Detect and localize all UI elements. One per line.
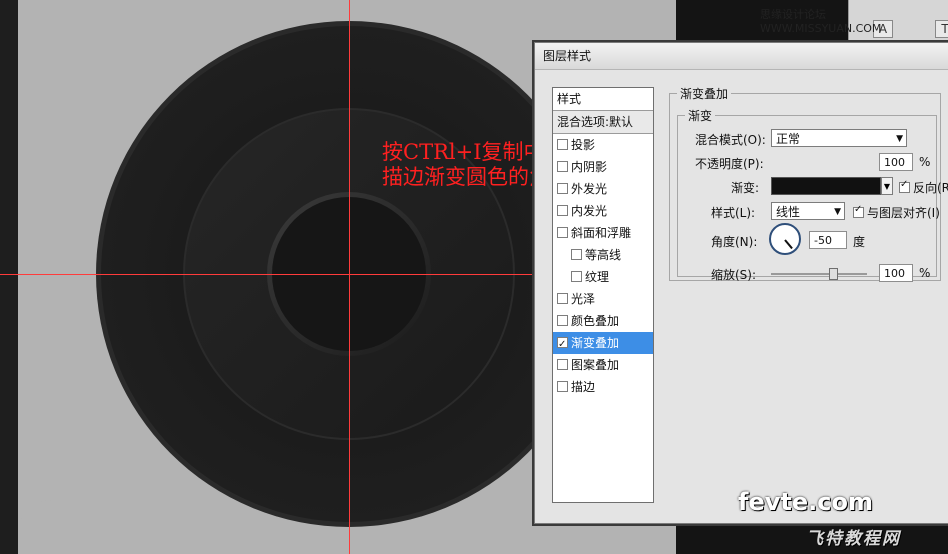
style-item-label: 渐变叠加 — [571, 336, 620, 350]
blend-mode-label: 混合模式(O): — [695, 133, 766, 147]
angle-input[interactable]: -50 — [809, 231, 847, 249]
style-item-label: 描边 — [571, 380, 596, 394]
dialog-title[interactable]: 图层样式 — [535, 43, 948, 70]
angle-dial[interactable] — [769, 223, 801, 255]
reverse-option[interactable]: 反向(R) — [899, 179, 948, 196]
opacity-input[interactable]: 100 — [879, 153, 913, 171]
style-list-item[interactable]: 内阴影 — [553, 156, 653, 178]
style-item-label: 纹理 — [585, 270, 610, 284]
style-checkbox[interactable] — [557, 293, 568, 304]
style-list-item[interactable]: 图案叠加 — [553, 354, 653, 376]
blending-options-item[interactable]: 混合选项:默认 — [553, 111, 653, 134]
style-list-item[interactable]: 外发光 — [553, 178, 653, 200]
style-checkbox[interactable] — [571, 271, 582, 282]
gradient-group-title: 渐变 — [685, 107, 716, 124]
gradient-style-value: 线性 — [776, 205, 801, 219]
gradient-label: 渐变: — [731, 181, 760, 195]
style-list-item[interactable]: 斜面和浮雕 — [553, 222, 653, 244]
scale-slider-track[interactable] — [771, 273, 867, 275]
gradient-style-select[interactable]: 线性 ▼ — [771, 202, 845, 220]
style-item-label: 投影 — [571, 138, 596, 152]
gradient-swatch[interactable] — [771, 177, 881, 195]
opacity-unit: % — [919, 155, 931, 169]
align-label: 与图层对齐(I) — [867, 206, 940, 220]
style-item-label: 斜面和浮雕 — [571, 226, 632, 240]
style-checkbox[interactable] — [557, 334, 568, 356]
style-list-item[interactable]: 内发光 — [553, 200, 653, 222]
style-list-item[interactable]: 等高线 — [553, 244, 653, 266]
blend-mode-select[interactable]: 正常 ▼ — [771, 129, 907, 147]
scale-slider-thumb[interactable] — [829, 268, 838, 280]
watermark-top: 思缘设计论坛 WWW.MISSYUAN.COM — [760, 8, 882, 35]
brand-logo: fevte.com — [738, 488, 873, 516]
style-list-item[interactable]: 纹理 — [553, 266, 653, 288]
align-option[interactable]: 与图层对齐(I) — [853, 204, 940, 221]
angle-unit: 度 — [853, 235, 866, 249]
style-checkbox[interactable] — [557, 227, 568, 238]
style-checkbox[interactable] — [557, 315, 568, 326]
dropdown-arrow-icon: ▼ — [896, 134, 903, 144]
style-list-item[interactable]: 渐变叠加 — [553, 332, 653, 356]
style-item-label: 光泽 — [571, 292, 596, 306]
angle-label: 角度(N): — [711, 235, 758, 249]
scale-input[interactable]: 100 — [879, 264, 913, 282]
style-checkbox[interactable] — [557, 359, 568, 370]
style-list-item[interactable]: 描边 — [553, 376, 653, 398]
style-checkbox[interactable] — [557, 139, 568, 150]
style-label: 样式(L): — [711, 206, 756, 220]
style-item-label: 内发光 — [571, 204, 608, 218]
gradient-overlay-panel: 渐变叠加 渐变 混合模式(O): 正常 ▼ 不透明度(P): 100 % 渐变: … — [669, 85, 948, 283]
style-list-item[interactable]: 光泽 — [553, 288, 653, 310]
style-item-label: 图案叠加 — [571, 358, 620, 372]
vertical-guide[interactable] — [349, 0, 350, 554]
styles-header[interactable]: 样式 — [553, 88, 653, 111]
style-item-label: 内阴影 — [571, 160, 608, 174]
style-checkbox[interactable] — [571, 249, 582, 260]
scale-unit: % — [919, 266, 931, 280]
align-checkbox[interactable] — [853, 204, 864, 218]
style-item-label: 等高线 — [585, 248, 622, 262]
style-list-item[interactable]: 投影 — [553, 134, 653, 156]
reverse-checkbox[interactable] — [899, 179, 910, 193]
blend-mode-value: 正常 — [776, 132, 801, 146]
style-item-label: 颜色叠加 — [571, 314, 620, 328]
gradient-picker-button[interactable]: ▼ — [881, 177, 893, 195]
style-checkbox[interactable] — [557, 205, 568, 216]
opacity-label: 不透明度(P): — [695, 157, 764, 171]
style-checkbox[interactable] — [557, 161, 568, 172]
dropdown-arrow-icon: ▼ — [834, 207, 841, 217]
style-item-label: 外发光 — [571, 182, 608, 196]
section-title: 渐变叠加 — [677, 85, 732, 102]
layer-style-dialog: 图层样式 样式 混合选项:默认 投影内阴影外发光内发光斜面和浮雕等高线纹理光泽颜… — [534, 42, 948, 524]
scale-label: 缩放(S): — [711, 268, 757, 282]
style-checkbox[interactable] — [557, 183, 568, 194]
brand-subtitle: 飞特教程网 — [806, 529, 901, 549]
style-list-item[interactable]: 颜色叠加 — [553, 310, 653, 332]
style-list: 样式 混合选项:默认 投影内阴影外发光内发光斜面和浮雕等高线纹理光泽颜色叠加渐变… — [552, 87, 654, 503]
style-checkbox[interactable] — [557, 381, 568, 392]
reverse-label: 反向(R) — [913, 181, 948, 195]
